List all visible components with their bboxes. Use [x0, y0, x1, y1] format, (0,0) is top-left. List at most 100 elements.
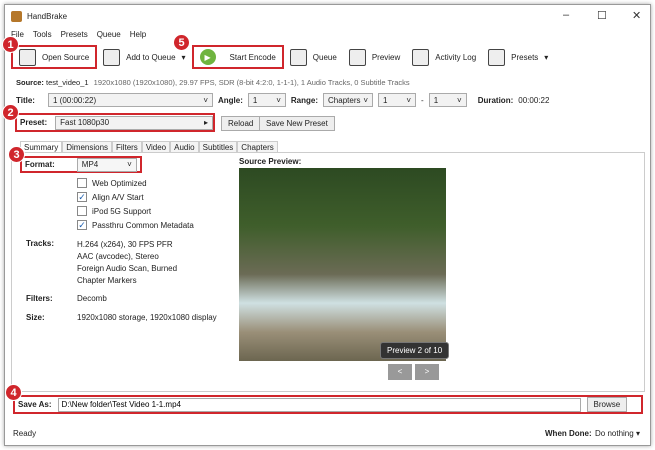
angle-select[interactable]: 1 ˅: [247, 93, 286, 107]
preset-label: Preset:: [20, 118, 48, 127]
range-dash: -: [421, 95, 424, 105]
next-preview-button[interactable]: >: [415, 364, 439, 380]
preset-value: Fast 1080p30: [60, 118, 110, 127]
log-icon: [412, 48, 430, 66]
chevron-down-icon: ˅: [363, 95, 369, 105]
option-label: iPod 5G Support: [92, 206, 152, 216]
range-to-select[interactable]: 1 ˅: [428, 93, 467, 107]
previous-preview-button[interactable]: <: [388, 364, 412, 380]
menu-bar: File Tools Presets Queue Help: [5, 27, 650, 41]
title-row: Title: 1 (00:00:22) ˅ Angle: 1 ˅ Range: Ch…: [16, 93, 636, 107]
preview-button[interactable]: Preview: [343, 45, 406, 69]
browse-button[interactable]: Browse: [586, 397, 628, 412]
size-label: Size:: [26, 313, 45, 322]
dropdown-arrow-icon: ▾: [635, 429, 640, 438]
passthru-metadata-checkbox[interactable]: ✓ Passthru Common Metadata: [77, 218, 194, 232]
save-as-row: Save As: Browse: [13, 395, 643, 414]
option-label: Web Optimized: [92, 178, 147, 188]
title-bar: HandBrake: [5, 5, 650, 27]
range-to-value: 1: [433, 95, 439, 105]
align-av-start-checkbox[interactable]: ✓ Align A/V Start: [77, 190, 194, 204]
app-logo-icon: [11, 10, 22, 22]
menu-help[interactable]: Help: [130, 30, 146, 39]
add-to-queue-label: Add to Queue: [126, 52, 176, 62]
duration-value: 00:00:22: [518, 95, 550, 105]
checkbox-unchecked: [77, 178, 87, 188]
film-icon: [348, 48, 366, 66]
chevron-down-icon: ˅: [276, 95, 281, 105]
range-from-value: 1: [383, 95, 388, 105]
chevron-right-icon: ▸: [203, 118, 208, 127]
preview-counter: Preview 2 of 10: [380, 342, 450, 359]
angle-label: Angle:: [218, 95, 243, 105]
menu-tools[interactable]: Tools: [33, 30, 52, 39]
option-label: Align A/V Start: [92, 192, 144, 202]
open-source-button[interactable]: Open Source: [11, 45, 98, 69]
activity-log-button[interactable]: Activity Log: [406, 45, 482, 69]
preset-row: Preset: Fast 1080p30 ▸: [15, 113, 215, 132]
duration-label: Duration:: [477, 95, 514, 105]
preset-select[interactable]: Fast 1080p30 ▸: [55, 115, 213, 130]
format-label: Format:: [25, 160, 55, 169]
web-optimized-checkbox[interactable]: Web Optimized: [77, 176, 194, 190]
presets-label: Presets: [511, 52, 539, 62]
image-add-icon: [103, 48, 121, 66]
maximize-button[interactable]: ☐: [597, 9, 607, 22]
start-encode-button[interactable]: ▶ Start Encode: [191, 45, 284, 69]
queue-button[interactable]: Queue: [284, 45, 343, 69]
when-done-value: Do nothing: [595, 429, 634, 438]
source-details: 1920x1080 (1920x1080), 29.97 FPS, SDR (8…: [93, 78, 410, 87]
angle-value: 1: [252, 95, 258, 105]
chevron-down-icon: ˅: [203, 95, 208, 105]
size-value: 1920x1080 storage, 1920x1080 display: [77, 313, 217, 322]
source-preview-label: Source Preview:: [239, 157, 302, 166]
handbrake-window: HandBrake – ☐ ✕ File Tools Presets Queue…: [4, 4, 651, 446]
range-select[interactable]: Chapters ˅: [323, 93, 374, 107]
step-badge-1: 1: [2, 36, 19, 53]
filters-value: Decomb: [77, 294, 107, 303]
preview-label: Preview: [371, 52, 401, 62]
close-button[interactable]: ✕: [632, 9, 641, 22]
play-icon: ▶: [199, 49, 216, 65]
title-select[interactable]: 1 (00:00:22) ˅: [48, 93, 213, 107]
reload-button[interactable]: Reload: [221, 116, 261, 131]
status-text: Ready: [13, 429, 37, 438]
tracks-list: H.264 (x264), 30 FPS PFR AAC (avcodec), …: [77, 239, 177, 287]
format-options: Web Optimized ✓ Align A/V Start iPod 5G S…: [77, 176, 194, 232]
format-value: MP4: [81, 160, 99, 169]
dropdown-arrow-icon: ▾: [181, 52, 186, 62]
step-badge-4: 4: [5, 384, 22, 401]
menu-presets[interactable]: Presets: [61, 30, 88, 39]
source-name: test_video_1: [46, 78, 89, 87]
range-value: Chapters: [328, 95, 361, 105]
checkmark-icon: ✓: [77, 220, 87, 230]
ipod-5g-support-checkbox[interactable]: iPod 5G Support: [77, 204, 194, 218]
title-value: 1 (00:00:22): [53, 95, 97, 105]
checkbox-unchecked: [77, 206, 87, 216]
format-select[interactable]: MP4 ˅: [76, 157, 137, 172]
activity-log-label: Activity Log: [435, 52, 477, 62]
tracks-label: Tracks:: [26, 239, 55, 248]
save-new-preset-button[interactable]: Save New Preset: [259, 116, 335, 131]
step-badge-3: 3: [8, 146, 25, 163]
when-done-select[interactable]: Do nothing ▾: [595, 429, 640, 438]
window-title: HandBrake: [27, 11, 68, 21]
track-item: Foreign Audio Scan, Burned: [77, 264, 178, 273]
track-item: AAC (avcodec), Stereo: [77, 252, 159, 261]
queue-icon: [289, 48, 307, 66]
save-as-input[interactable]: [57, 397, 581, 412]
range-from-select[interactable]: 1 ˅: [378, 93, 417, 107]
presets-button[interactable]: Presets ▾: [482, 45, 554, 69]
menu-queue[interactable]: Queue: [97, 30, 121, 39]
step-badge-2: 2: [2, 104, 19, 121]
minimize-button[interactable]: –: [563, 9, 569, 21]
chevron-down-icon: ˅: [127, 160, 132, 169]
range-label: Range:: [290, 95, 319, 105]
clapperboard-icon: [19, 48, 36, 66]
toolbar: Open Source Add to Queue ▾ ▶ Start Encode …: [5, 41, 650, 73]
title-label: Title:: [16, 95, 35, 105]
save-as-label: Save As:: [18, 400, 52, 409]
presets-gear-icon: [488, 48, 506, 66]
open-source-label: Open Source: [42, 52, 90, 62]
source-label: Source:: [16, 78, 44, 87]
